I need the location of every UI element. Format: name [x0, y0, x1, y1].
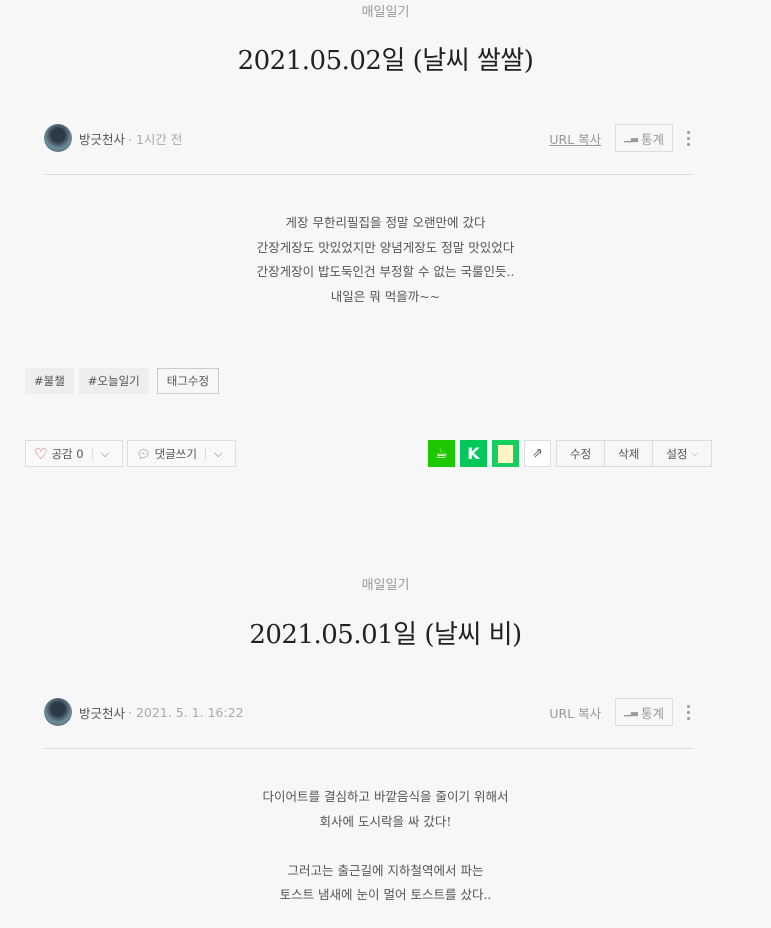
- post-body: 다이어트를 결심하고 바깥음식을 줄이기 위해서 회사에 도시락을 싸 갔다! …: [0, 785, 771, 908]
- stats-label: 통계: [640, 705, 664, 721]
- tag[interactable]: #오늘일기: [78, 368, 149, 394]
- divider: [44, 748, 693, 749]
- chevron-down-icon: ⌵: [691, 448, 698, 459]
- comment-button[interactable]: 💬︎ 댓글쓰기 ⌵: [127, 440, 236, 467]
- post-category[interactable]: 매일일기: [0, 574, 771, 593]
- like-label: 공감 0: [51, 446, 84, 461]
- speech-bubble-icon: 💬︎: [136, 446, 151, 461]
- share-icon[interactable]: ⇗: [524, 440, 551, 467]
- settings-label: 설정: [666, 446, 688, 461]
- body-line: 토스트 냄새에 눈이 멀어 토스트를 샀다..: [279, 887, 492, 902]
- chevron-down-icon[interactable]: ⌵: [101, 446, 110, 461]
- url-copy-link[interactable]: URL 복사: [549, 129, 601, 148]
- post-meta: 방긋천사 · 2021. 5. 1. 16:22 URL 복사 ▁▃ 통계: [44, 697, 693, 727]
- divider: [44, 174, 693, 175]
- like-button[interactable]: ♡ 공감 0 ⌵: [25, 440, 123, 467]
- tag-edit-button[interactable]: 태그수정: [156, 368, 220, 394]
- body-line: 간장게장이 밥도둑인건 부정할 수 없는 국룰인듯..: [256, 264, 515, 279]
- tag[interactable]: #불챌: [25, 368, 74, 394]
- url-copy-link[interactable]: URL 복사: [549, 703, 601, 722]
- post-meta: 방긋천사 · 1시간 전 URL 복사 ▁▃ 통계: [44, 123, 693, 153]
- stats-label: 통계: [640, 131, 664, 147]
- post-category[interactable]: 매일일기: [0, 1, 771, 20]
- body-line: 다이어트를 결심하고 바깥음식을 줄이기 위해서: [262, 789, 509, 804]
- cafe-share-icon[interactable]: ☕: [428, 440, 455, 467]
- admin-buttons: 수정 삭제 설정 ⌵: [556, 440, 712, 467]
- memo-share-icon[interactable]: [492, 440, 519, 467]
- settings-button[interactable]: 설정 ⌵: [652, 441, 711, 466]
- author-name[interactable]: 방긋천사: [79, 129, 125, 148]
- stats-button[interactable]: ▁▃ 통계: [615, 124, 673, 152]
- chevron-down-icon[interactable]: ⌵: [214, 446, 223, 461]
- delete-button[interactable]: 삭제: [604, 441, 652, 466]
- body-line: 간장게장도 맛있었지만 양념게장도 정말 맛있었다: [256, 239, 515, 255]
- tag-list: #불챌 #오늘일기 태그수정: [25, 368, 220, 394]
- body-line: 내일은 뭐 먹을까~~: [330, 288, 441, 304]
- chart-icon: ▁▃: [624, 707, 638, 717]
- edit-button[interactable]: 수정: [557, 441, 604, 466]
- post-title: 2021.05.01일 (날씨 비): [249, 620, 522, 650]
- post-time: · 1시간 전: [128, 131, 183, 147]
- post-title: 2021.05.02일 (날씨 쌀쌀): [237, 46, 534, 76]
- chart-icon: ▁▃: [624, 133, 638, 143]
- body-line: 게장 무한리필집을 정말 오랜만에 갔다: [285, 215, 486, 230]
- avatar[interactable]: [44, 124, 72, 152]
- avatar[interactable]: [44, 698, 72, 726]
- stats-button[interactable]: ▁▃ 통계: [615, 698, 673, 726]
- keep-share-icon[interactable]: K: [460, 440, 487, 467]
- post-time: · 2021. 5. 1. 16:22: [128, 704, 244, 720]
- comment-label: 댓글쓰기: [154, 446, 197, 461]
- post-actions: ♡ 공감 0 ⌵ 💬︎ 댓글쓰기 ⌵ ☕ K ⇗ 수정 삭제 설정 ⌵: [25, 440, 712, 467]
- author-name[interactable]: 방긋천사: [79, 703, 125, 722]
- heart-icon: ♡: [34, 444, 48, 463]
- more-menu-icon[interactable]: [683, 704, 693, 720]
- post-body: 게장 무한리필집을 정말 오랜만에 갔다 간장게장도 맛있었지만 양념게장도 정…: [0, 211, 771, 309]
- body-line: 회사에 도시락을 싸 갔다!: [319, 813, 452, 829]
- body-blank-line: [0, 834, 771, 859]
- body-line: 그러고는 출근길에 지하철역에서 파는: [287, 862, 484, 878]
- more-menu-icon[interactable]: [683, 130, 693, 146]
